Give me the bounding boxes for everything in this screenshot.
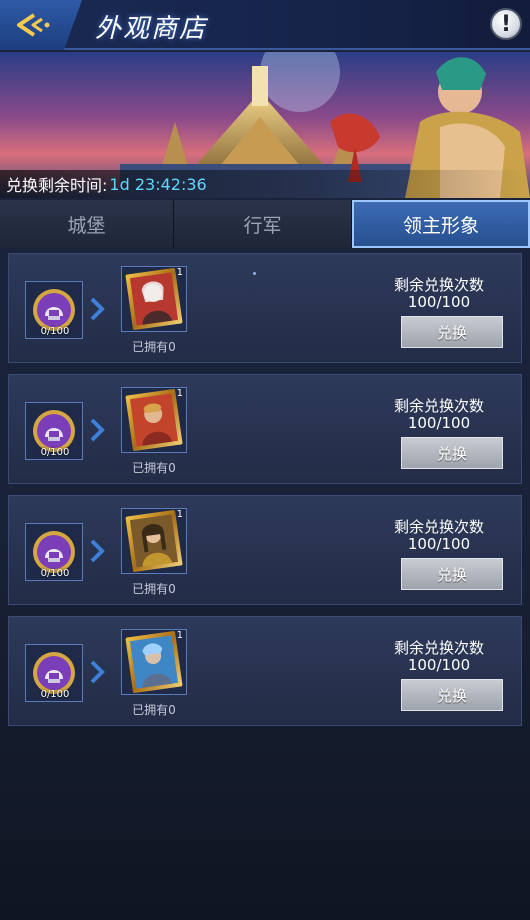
reward-quantity: 1	[176, 267, 183, 278]
material-count: 0/100	[40, 447, 70, 458]
timer-value: 1d 23:42:36	[109, 174, 207, 194]
tab-march[interactable]: 行军	[174, 200, 352, 248]
exchange-list: 0/100 1 已拥有0 剩余兑换次数 100/100 兑换 0/100 1 已…	[8, 253, 522, 737]
reward-quantity: 1	[176, 630, 183, 641]
lord-portrait-frame	[125, 509, 183, 573]
lord-portrait-icon	[129, 635, 179, 689]
lord-portrait-icon	[129, 272, 179, 326]
chevron-right-icon	[90, 539, 105, 563]
lord-portrait-frame	[125, 267, 183, 331]
list-item: 0/100 1 已拥有0 剩余兑换次数 100/100 兑换	[8, 616, 522, 726]
top-bar: 外观商店 !	[0, 0, 530, 50]
list-item: 0/100 1 已拥有0 剩余兑换次数 100/100 兑换	[8, 253, 522, 363]
material-slot[interactable]: 0/100	[25, 402, 83, 460]
owned-count: 已拥有0	[132, 461, 176, 475]
material-count: 0/100	[40, 326, 70, 337]
remaining-label: 剩余兑换次数	[393, 518, 484, 536]
material-slot[interactable]: 0/100	[25, 281, 83, 339]
reward-slot[interactable]: 1	[121, 387, 187, 453]
reward-slot[interactable]: 1	[121, 508, 187, 574]
category-tabs: 城堡 行军 领主形象	[0, 200, 530, 248]
reward-quantity: 1	[176, 509, 183, 520]
remaining-value: 100/100	[407, 535, 471, 553]
back-arrow-icon	[17, 13, 50, 37]
lord-portrait-icon	[129, 514, 179, 568]
timer-label: 兑换剩余时间:	[6, 176, 108, 195]
chevron-right-icon	[90, 660, 105, 684]
material-slot[interactable]: 0/100	[25, 523, 83, 581]
material-slot[interactable]: 0/100	[25, 644, 83, 702]
exchange-timer: 兑换剩余时间: 1d 23:42:36	[0, 170, 530, 198]
exchange-button[interactable]: 兑换	[401, 679, 503, 711]
remaining-label: 剩余兑换次数	[393, 276, 484, 294]
shop-banner: 兑换剩余时间: 1d 23:42:36	[0, 52, 530, 198]
exchange-button[interactable]: 兑换	[401, 558, 503, 590]
info-button[interactable]: !	[490, 8, 522, 40]
remaining-label: 剩余兑换次数	[393, 397, 484, 415]
list-item: 0/100 1 已拥有0 剩余兑换次数 100/100 兑换	[8, 495, 522, 605]
chevron-right-icon	[90, 297, 105, 321]
lord-portrait-frame	[125, 630, 183, 694]
page-title: 外观商店	[95, 14, 208, 44]
exchange-button[interactable]: 兑换	[401, 437, 503, 469]
tab-castle[interactable]: 城堡	[0, 200, 174, 248]
lord-portrait-frame	[125, 388, 183, 452]
reward-slot[interactable]: 1	[121, 629, 187, 695]
reward-slot[interactable]: 1	[121, 266, 187, 332]
reward-quantity: 1	[176, 388, 183, 399]
sparkle	[253, 272, 256, 275]
remaining-label: 剩余兑换次数	[393, 639, 484, 657]
list-item: 0/100 1 已拥有0 剩余兑换次数 100/100 兑换	[8, 374, 522, 484]
owned-count: 已拥有0	[132, 582, 176, 596]
lord-portrait-icon	[129, 393, 179, 447]
remaining-value: 100/100	[407, 414, 471, 432]
remaining-value: 100/100	[407, 656, 471, 674]
owned-count: 已拥有0	[132, 703, 176, 717]
tab-lord-appearance[interactable]: 领主形象	[352, 200, 530, 248]
material-count: 0/100	[40, 568, 70, 579]
exclamation-icon: !	[500, 11, 512, 37]
back-button[interactable]	[0, 0, 82, 50]
chevron-right-icon	[90, 418, 105, 442]
material-count: 0/100	[40, 689, 70, 700]
exchange-button[interactable]: 兑换	[401, 316, 503, 348]
owned-count: 已拥有0	[132, 340, 176, 354]
remaining-value: 100/100	[407, 293, 471, 311]
